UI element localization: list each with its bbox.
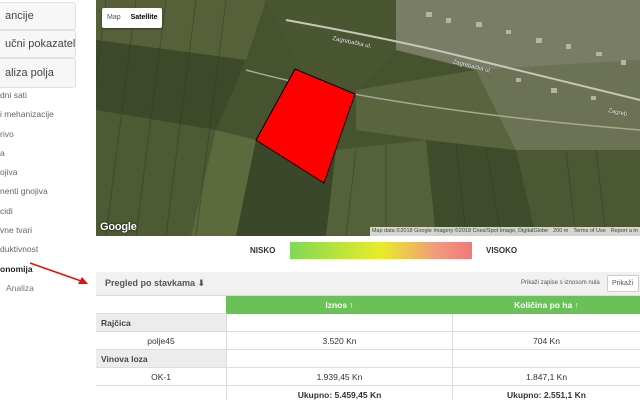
table-row[interactable]: polje45 3.520 Kn 704 Kn (96, 332, 640, 350)
table-group-row: Vinova loza (96, 350, 640, 368)
table-header-row: Iznos ↑ Količina po ha ↑ (96, 296, 640, 314)
panel-title[interactable]: Pregled po stavkama ⬇ (105, 278, 205, 289)
show-zero-button[interactable]: Prikaži (607, 275, 639, 292)
map-type-map-button[interactable]: Map (102, 8, 126, 28)
sidebar-section-financije[interactable]: ancije (0, 2, 76, 30)
map-type-satellite-button[interactable]: Satellite (126, 8, 163, 28)
sidebar-section-pokazatelji[interactable]: učni pokazatelji (0, 30, 76, 58)
table-row[interactable]: OK-1 1.939,45 Kn 1.847,1 Kn (96, 368, 640, 386)
row-name: polje45 (96, 332, 227, 350)
scale-label: 200 m (553, 228, 569, 234)
sidebar: ancije učni pokazatelji aliza polja dni … (0, 0, 80, 400)
total-label (96, 386, 227, 400)
terms-link[interactable]: Terms of Use (573, 227, 605, 236)
row-iznos: 1.939,45 Kn (227, 368, 453, 386)
header-blank (96, 296, 227, 314)
sidebar-item-radni-sati[interactable]: dni sati (0, 86, 80, 105)
sidebar-item-gorivo[interactable]: rivo (0, 125, 80, 144)
map-imagery (96, 0, 640, 236)
panel-header: Pregled po stavkama ⬇ Prikaži zapise s i… (96, 272, 640, 296)
google-logo: Google (100, 221, 137, 233)
row-name: OK-1 (96, 368, 227, 386)
zero-records-label: Prikaži zapise s iznosom nula (521, 280, 600, 286)
total-iznos: Ukupno: 5.459,45 Kn (227, 386, 453, 400)
group-name: Vinova loza (96, 350, 227, 368)
table-total-row: Ukupno: 5.459,45 Kn Ukupno: 2.551,1 Kn (96, 386, 640, 400)
table-group-row: Rajčica (96, 314, 640, 332)
legend-gradient-bar (290, 242, 472, 259)
red-arrow-icon (29, 262, 88, 284)
map-attribution: Map data ©2018 Google Imagery ©2018 Cnes… (369, 227, 640, 236)
column-header-iznos[interactable]: Iznos ↑ (227, 296, 453, 314)
sidebar-section-analiza-polja[interactable]: aliza polja (0, 58, 76, 88)
sidebar-item-a[interactable]: a (0, 144, 80, 163)
group-name: Rajčica (96, 314, 227, 332)
total-kolicina: Ukupno: 2.551,1 Kn (453, 386, 640, 400)
app-root: ancije učni pokazatelji aliza polja dni … (0, 0, 640, 400)
sidebar-item-pesticidi[interactable]: cidi (0, 202, 80, 221)
row-kolicina: 704 Kn (453, 332, 640, 350)
sidebar-item-elementi-gnojiva[interactable]: nenti gnojiva (0, 182, 80, 201)
map-type-control: Map Satellite (102, 8, 163, 28)
row-iznos: 3.520 Kn (227, 332, 453, 350)
legend-high-label: VISOKO (486, 246, 518, 255)
report-link[interactable]: Report a m (611, 227, 638, 236)
sidebar-item-aktivne-tvari[interactable]: vne tvari (0, 221, 80, 240)
column-header-kolicina[interactable]: Količina po ha ↑ (453, 296, 640, 314)
legend-low-label: NISKO (250, 246, 276, 255)
sidebar-item-gnojiva[interactable]: ojiva (0, 163, 80, 182)
attribution-text: Map data ©2018 Google Imagery ©2018 Cnes… (371, 228, 549, 234)
satellite-map[interactable]: Map Satellite Zagrebačka ul. Zagrebačka … (96, 0, 640, 236)
row-kolicina: 1.847,1 Kn (453, 368, 640, 386)
sidebar-item-mehanizacije[interactable]: i mehanizacije (0, 105, 80, 124)
